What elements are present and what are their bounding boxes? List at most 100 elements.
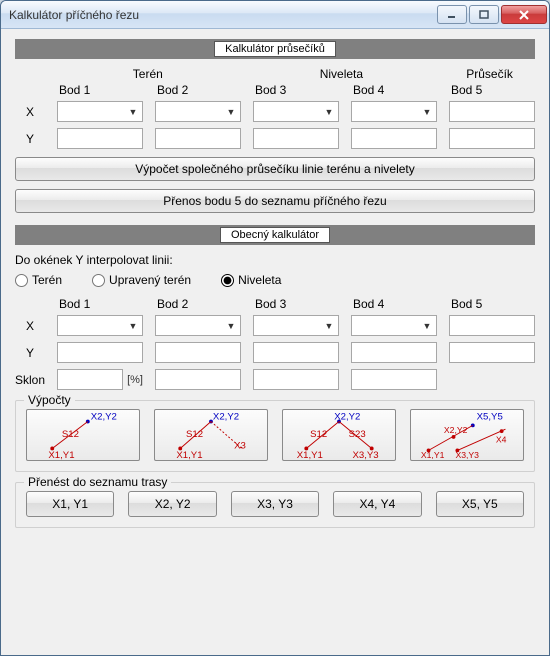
slope4-input[interactable] bbox=[351, 369, 437, 390]
bod2b-label: Bod 2 bbox=[155, 297, 241, 311]
client-area: Kalkulátor průsečíků Terén Niveleta Průs… bbox=[1, 29, 549, 655]
interp-radios: Terén Upravený terén Niveleta bbox=[15, 273, 535, 287]
chevron-down-icon: ▼ bbox=[126, 321, 140, 331]
y3-input[interactable] bbox=[253, 128, 339, 149]
titlebar[interactable]: Kalkulátor příčného řezu bbox=[1, 1, 549, 29]
svg-text:X2,Y2: X2,Y2 bbox=[91, 412, 117, 423]
maximize-button[interactable] bbox=[469, 5, 499, 24]
bod-labels-1: Bod 1 Bod 2 Bod 3 Bod 4 Bod 5 bbox=[15, 83, 535, 97]
slope-unit: [%] bbox=[127, 374, 143, 386]
svg-text:X1,Y1: X1,Y1 bbox=[176, 450, 202, 460]
svg-text:S23: S23 bbox=[349, 429, 366, 440]
svg-text:X2,Y2: X2,Y2 bbox=[213, 412, 239, 423]
y1-input[interactable] bbox=[57, 128, 143, 149]
calc-button-1[interactable]: X2,Y2 S12 X1,Y1 bbox=[26, 409, 140, 461]
chevron-down-icon: ▼ bbox=[322, 107, 336, 117]
calc-button-4[interactable]: X5,Y5 X2,Y2 X4 X1,Y1 X3,Y3 bbox=[410, 409, 524, 461]
x1-combo[interactable]: ▼ bbox=[57, 101, 143, 122]
radio-niveleta[interactable]: Niveleta bbox=[221, 273, 281, 287]
x5-input[interactable] bbox=[449, 101, 535, 122]
bod-labels-2: Bod 1 Bod 2 Bod 3 Bod 4 Bod 5 bbox=[15, 297, 535, 311]
radio-upraveny-teren[interactable]: Upravený terén bbox=[92, 273, 191, 287]
xfer-x3y3-button[interactable]: X3, Y3 bbox=[231, 491, 319, 517]
bod5-label: Bod 5 bbox=[449, 83, 535, 97]
gy2-input[interactable] bbox=[155, 342, 241, 363]
svg-text:S12: S12 bbox=[310, 429, 327, 440]
gy3-input[interactable] bbox=[253, 342, 339, 363]
calc-legend: Výpočty bbox=[24, 393, 75, 407]
gx3-combo[interactable]: ▼ bbox=[253, 315, 339, 336]
svg-text:X1,Y1: X1,Y1 bbox=[48, 450, 74, 460]
x2-combo[interactable]: ▼ bbox=[155, 101, 241, 122]
section-header-intersections-label: Kalkulátor průsečíků bbox=[214, 41, 336, 57]
compute-intersection-button[interactable]: Výpočet společného průsečíku linie terén… bbox=[15, 157, 535, 181]
minimize-button[interactable] bbox=[437, 5, 467, 24]
section-header-general: Obecný kalkulátor bbox=[15, 225, 535, 245]
xfer-x2y2-button[interactable]: X2, Y2 bbox=[128, 491, 216, 517]
gy5-input[interactable] bbox=[449, 342, 535, 363]
chevron-down-icon: ▼ bbox=[420, 321, 434, 331]
xfer-x4y4-button[interactable]: X4, Y4 bbox=[333, 491, 421, 517]
group-prusecik: Průsečík bbox=[444, 67, 535, 81]
svg-text:S12: S12 bbox=[62, 429, 79, 440]
bod5b-label: Bod 5 bbox=[449, 297, 535, 311]
calc-fieldset: Výpočty X2,Y2 S12 X1,Y1 X2,Y2 bbox=[15, 400, 535, 472]
group-labels: Terén Niveleta Průsečík bbox=[15, 67, 535, 81]
group-niveleta: Niveleta bbox=[251, 67, 433, 81]
chevron-down-icon: ▼ bbox=[224, 107, 238, 117]
svg-text:X5,Y5: X5,Y5 bbox=[477, 412, 503, 423]
bod1-label: Bod 1 bbox=[57, 83, 143, 97]
bod4b-label: Bod 4 bbox=[351, 297, 437, 311]
xfer-legend: Přenést do seznamu trasy bbox=[24, 475, 171, 489]
slope2-input[interactable] bbox=[155, 369, 241, 390]
y5-input[interactable] bbox=[449, 128, 535, 149]
svg-text:X3,Y3: X3,Y3 bbox=[455, 450, 479, 460]
svg-text:X1,Y1: X1,Y1 bbox=[297, 450, 323, 460]
xfer-fieldset: Přenést do seznamu trasy X1, Y1 X2, Y2 X… bbox=[15, 482, 535, 528]
y4-input[interactable] bbox=[351, 128, 437, 149]
svg-text:S12: S12 bbox=[186, 429, 203, 440]
transfer-point5-button[interactable]: Přenos bodu 5 do seznamu příčného řezu bbox=[15, 189, 535, 213]
radio-uteren-label: Upravený terén bbox=[109, 273, 191, 287]
bod4-label: Bod 4 bbox=[351, 83, 437, 97]
row-x-2: X ▼ ▼ ▼ ▼ bbox=[15, 315, 535, 336]
xfer-x5y5-button[interactable]: X5, Y5 bbox=[436, 491, 524, 517]
calc-button-3[interactable]: X2,Y2 S12 S23 X1,Y1 X3,Y3 bbox=[282, 409, 396, 461]
close-button[interactable] bbox=[501, 5, 547, 24]
x-label-1: X bbox=[15, 105, 45, 119]
dialog-window: Kalkulátor příčného řezu Kalkulátor průs… bbox=[0, 0, 550, 656]
calc-button-2[interactable]: X2,Y2 S12 X1,Y1 X3 bbox=[154, 409, 268, 461]
gx1-combo[interactable]: ▼ bbox=[57, 315, 143, 336]
bod3-label: Bod 3 bbox=[253, 83, 339, 97]
x4-combo[interactable]: ▼ bbox=[351, 101, 437, 122]
interp-label: Do okének Y interpolovat linii: bbox=[15, 253, 535, 267]
slope3-input[interactable] bbox=[253, 369, 339, 390]
section-header-intersections: Kalkulátor průsečíků bbox=[15, 39, 535, 59]
radio-niveleta-label: Niveleta bbox=[238, 273, 281, 287]
radio-teren[interactable]: Terén bbox=[15, 273, 62, 287]
svg-text:X3,Y3: X3,Y3 bbox=[352, 450, 378, 460]
svg-text:X2,Y2: X2,Y2 bbox=[444, 425, 468, 435]
bod2-label: Bod 2 bbox=[155, 83, 241, 97]
gy1-input[interactable] bbox=[57, 342, 143, 363]
slope1-input[interactable] bbox=[57, 369, 123, 390]
gx4-combo[interactable]: ▼ bbox=[351, 315, 437, 336]
chevron-down-icon: ▼ bbox=[126, 107, 140, 117]
group-teren: Terén bbox=[57, 67, 239, 81]
svg-text:X4: X4 bbox=[496, 435, 507, 445]
x3-combo[interactable]: ▼ bbox=[253, 101, 339, 122]
svg-text:X1,Y1: X1,Y1 bbox=[421, 450, 445, 460]
xfer-x1y1-button[interactable]: X1, Y1 bbox=[26, 491, 114, 517]
slope-label: Sklon bbox=[15, 373, 45, 387]
gx2-combo[interactable]: ▼ bbox=[155, 315, 241, 336]
window-title: Kalkulátor příčného řezu bbox=[9, 8, 435, 22]
y2-input[interactable] bbox=[155, 128, 241, 149]
row-x-1: X ▼ ▼ ▼ ▼ bbox=[15, 101, 535, 122]
row-y-2: Y bbox=[15, 342, 535, 363]
chevron-down-icon: ▼ bbox=[224, 321, 238, 331]
chevron-down-icon: ▼ bbox=[322, 321, 336, 331]
gy4-input[interactable] bbox=[351, 342, 437, 363]
x-label-2: X bbox=[15, 319, 45, 333]
gx5-input[interactable] bbox=[449, 315, 535, 336]
row-y-1: Y bbox=[15, 128, 535, 149]
